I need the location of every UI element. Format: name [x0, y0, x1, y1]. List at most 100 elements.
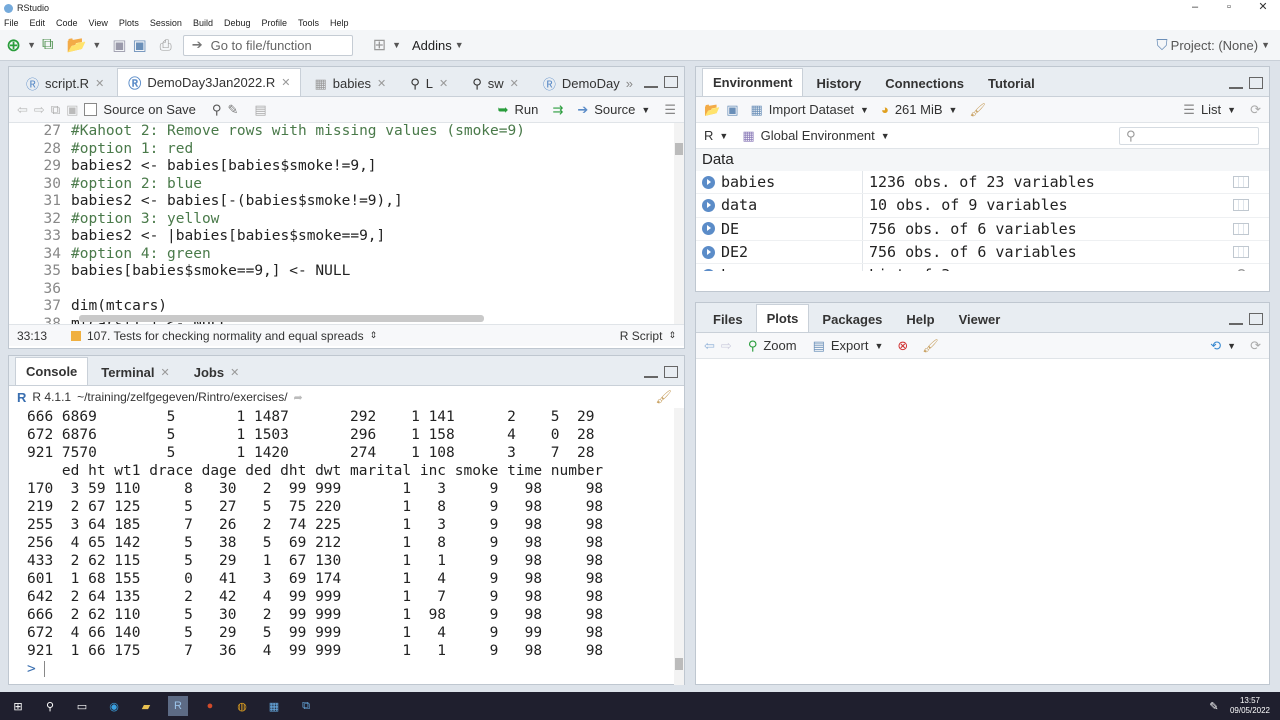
view-table-icon[interactable]	[1233, 246, 1249, 259]
back-arrow-icon[interactable]: ⇦	[704, 338, 715, 354]
close-icon[interactable]: ✕	[377, 77, 386, 90]
pen-icon[interactable]: ✎	[1204, 696, 1224, 716]
file-type-menu[interactable]: R Script	[620, 329, 663, 343]
view-mode-menu[interactable]: List	[1201, 102, 1221, 117]
publish-icon[interactable]: ⟲	[1210, 338, 1221, 354]
tab-sw[interactable]: ⚲ sw ✕	[461, 70, 530, 96]
tab-script-r[interactable]: Ⓡscript.R ✕	[15, 70, 115, 96]
dropdown-caret-icon[interactable]: ▼	[92, 34, 101, 56]
search-icon[interactable]: ⚲	[40, 696, 60, 716]
code-editor[interactable]: 27 #Kahoot 2: Remove rows with missing va…	[9, 123, 684, 324]
refresh-icon[interactable]: ⟳	[1250, 102, 1261, 118]
dropdown-caret-icon[interactable]: ▼	[1227, 341, 1236, 351]
save-all-icon[interactable]: ▣	[132, 34, 146, 56]
maximize-pane-icon[interactable]	[664, 76, 678, 88]
app-icon[interactable]: ▦	[264, 696, 284, 716]
minimize-pane-icon[interactable]	[644, 370, 658, 378]
forward-arrow-icon[interactable]: ⇨	[34, 102, 45, 118]
tab-history[interactable]: History	[805, 70, 872, 96]
menu-session[interactable]: Session	[150, 18, 182, 28]
environment-row[interactable]: DE2 756 obs. of 6 variables	[696, 240, 1269, 265]
maximize-pane-icon[interactable]	[1249, 77, 1263, 89]
environment-row[interactable]: L List of 3⚲	[696, 264, 1269, 271]
view-table-icon[interactable]	[1233, 176, 1249, 189]
close-icon[interactable]: ✕	[510, 77, 519, 90]
clear-objects-icon[interactable]: 🖌	[969, 102, 986, 118]
console-output[interactable]: 666 6869 5 1 1487 292 1 141 2 5 29 672 68…	[9, 408, 684, 685]
tab-plots[interactable]: Plots	[755, 304, 810, 332]
edge-icon[interactable]: ◉	[104, 696, 124, 716]
maximize-pane-icon[interactable]	[664, 366, 678, 378]
grid-layout-icon[interactable]: ⊞	[373, 34, 386, 56]
expand-icon[interactable]	[702, 268, 715, 271]
forward-arrow-icon[interactable]: ⇨	[721, 338, 732, 354]
chrome-icon[interactable]: ◍	[232, 696, 252, 716]
run-button[interactable]: Run	[515, 102, 539, 117]
vertical-scrollbar[interactable]	[674, 123, 684, 324]
screen-capture-icon[interactable]: ⧉	[296, 696, 316, 716]
menu-plots[interactable]: Plots	[119, 18, 139, 28]
load-workspace-icon[interactable]: 📂	[704, 102, 720, 118]
dropdown-caret-icon[interactable]: ▼	[27, 34, 36, 56]
tab-terminal[interactable]: Terminal ✕	[90, 359, 180, 385]
windows-start-icon[interactable]: ⊞	[8, 696, 28, 716]
dropdown-caret-icon[interactable]: ▼	[719, 131, 728, 141]
expand-icon[interactable]	[702, 222, 715, 236]
go-to-file-input[interactable]: ➔ Go to file/function	[182, 34, 353, 56]
updown-icon[interactable]: ⇕	[370, 330, 378, 341]
language-menu[interactable]: R	[704, 128, 713, 143]
console-scrollbar[interactable]	[674, 408, 684, 685]
maximize-button[interactable]: ▫	[1212, 0, 1246, 16]
close-icon[interactable]: ✕	[439, 77, 448, 90]
dropdown-caret-icon[interactable]: ▼	[455, 34, 464, 56]
print-icon[interactable]: ⎙	[160, 34, 172, 56]
open-file-icon[interactable]: 📂	[66, 34, 86, 56]
source-on-save-checkbox[interactable]	[84, 103, 98, 116]
environment-search-input[interactable]: ⚲	[1119, 126, 1259, 145]
menu-tools[interactable]: Tools	[298, 18, 319, 28]
horizontal-scrollbar[interactable]	[79, 315, 484, 322]
file-explorer-icon[interactable]: ▰	[136, 696, 156, 716]
source-button[interactable]: Source	[594, 102, 635, 117]
tab-connections[interactable]: Connections	[874, 70, 975, 96]
tab-help[interactable]: Help	[895, 306, 945, 332]
new-project-icon[interactable]: ⧉	[42, 34, 53, 56]
menu-code[interactable]: Code	[56, 18, 78, 28]
view-table-icon[interactable]	[1233, 222, 1249, 235]
clear-plots-icon[interactable]: 🖌	[922, 338, 939, 354]
new-file-icon[interactable]: ⊕	[6, 34, 21, 56]
go-to-dir-icon[interactable]: ➦	[294, 391, 303, 404]
inspect-icon[interactable]: ⚲	[1236, 266, 1247, 271]
dropdown-caret-icon[interactable]: ▼	[860, 105, 869, 115]
minimize-pane-icon[interactable]	[1229, 317, 1243, 325]
tab-environment[interactable]: Environment	[702, 68, 804, 96]
minimize-pane-icon[interactable]	[644, 80, 658, 88]
dropdown-caret-icon[interactable]: ▼	[949, 105, 958, 115]
refresh-icon[interactable]: ⟳	[1250, 338, 1261, 354]
close-button[interactable]: ✕	[1246, 0, 1280, 16]
system-clock[interactable]: 13:57 09/05/2022	[1230, 696, 1270, 716]
tab-jobs[interactable]: Jobs ✕	[183, 359, 251, 385]
tab-l[interactable]: ⚲ L ✕	[399, 70, 459, 96]
addins-menu[interactable]: Addins	[412, 38, 452, 53]
magic-wand-icon[interactable]: ✎	[227, 102, 238, 118]
minimize-pane-icon[interactable]	[1229, 81, 1243, 89]
show-in-window-icon[interactable]: ⧉	[51, 102, 60, 118]
dropdown-caret-icon[interactable]: ▼	[641, 105, 650, 115]
expand-icon[interactable]	[702, 175, 715, 189]
section-nav[interactable]: 107. Tests for checking normality and eq…	[87, 329, 364, 343]
menu-edit[interactable]: Edit	[30, 18, 46, 28]
menu-debug[interactable]: Debug	[224, 18, 251, 28]
environment-row[interactable]: data 10 obs. of 9 variables	[696, 194, 1269, 218]
dropdown-caret-icon[interactable]: ▼	[874, 341, 883, 351]
save-workspace-icon[interactable]: ▣	[726, 102, 738, 118]
updown-icon[interactable]: ⇕	[668, 330, 676, 341]
dropdown-caret-icon[interactable]: ▼	[392, 34, 401, 56]
search-icon[interactable]: ⚲	[212, 102, 222, 118]
rstudio-taskbar-icon[interactable]: R	[168, 696, 188, 716]
compile-report-icon[interactable]: ▤	[254, 102, 266, 118]
powerpoint-icon[interactable]: ●	[200, 696, 220, 716]
back-arrow-icon[interactable]: ⇦	[17, 102, 28, 118]
environment-row[interactable]: DE 756 obs. of 6 variables	[696, 217, 1269, 241]
menu-build[interactable]: Build	[193, 18, 213, 28]
